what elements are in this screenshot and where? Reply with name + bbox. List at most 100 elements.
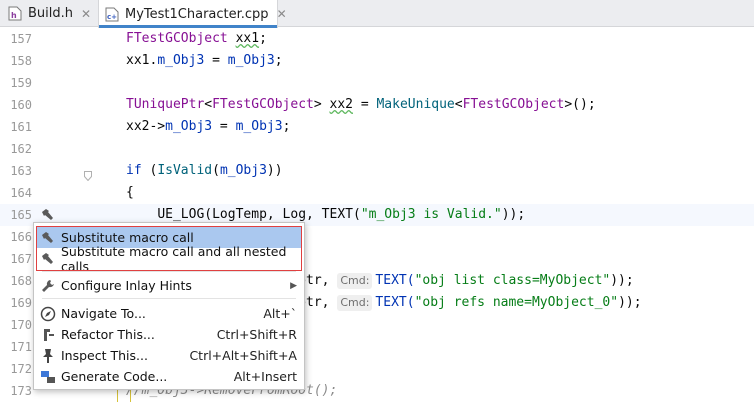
code-token: ; <box>259 31 267 46</box>
code-line[interactable]: 159 <box>0 72 754 94</box>
code-token: (LogTemp, Log, TEXT( <box>204 207 361 222</box>
hammer-icon <box>40 230 56 246</box>
line-number: 168 <box>10 274 32 288</box>
wrench-icon <box>40 278 56 294</box>
svg-text:h: h <box>11 11 17 20</box>
line-number: 160 <box>10 98 32 112</box>
code-token: = <box>212 119 236 134</box>
code-token: "m_Obj3 is Valid." <box>360 207 502 222</box>
menu-item-generate-code[interactable]: Generate Code... Alt+Insert <box>37 366 301 387</box>
code-line[interactable]: 161 xx2->m_Obj3 = m_Obj3; <box>0 116 754 138</box>
code-token: xx1. <box>126 53 158 68</box>
code-token: m_Obj3 <box>227 53 275 68</box>
inlay-hint[interactable]: Cmd: <box>337 273 373 289</box>
code-token: "obj refs name=MyObject_0" <box>414 295 619 310</box>
code-token: FTestGCObject <box>462 97 565 112</box>
code-token: )) <box>266 163 283 178</box>
menu-item-refactor-this[interactable]: Refactor This... Ctrl+Shift+R <box>37 324 301 345</box>
macro-actions-popup: Substitute macro call Substitute macro ca… <box>33 222 305 390</box>
close-icon[interactable]: ✕ <box>81 7 91 21</box>
menu-item-navigate-to[interactable]: Navigate To... Alt+` <box>37 303 301 324</box>
code-token: xx2 <box>329 97 353 112</box>
menu-item-label: Configure Inlay Hints <box>61 278 192 293</box>
generate-icon <box>40 369 56 385</box>
code-token: m_Obj3 <box>165 119 213 134</box>
code-token: xx2-> <box>126 119 166 134</box>
tab-build-h[interactable]: h Build.h ✕ <box>8 0 94 27</box>
fold-marker-icon[interactable] <box>84 166 92 182</box>
line-number: 158 <box>10 54 32 68</box>
menu-item-shortcut: Ctrl+Alt+Shift+A <box>189 348 297 363</box>
code-token: m_Obj3 <box>235 119 283 134</box>
tab-label: MyTest1Character.cpp <box>125 6 269 22</box>
code-token: MakeUnique <box>376 97 455 112</box>
code-token: { <box>126 185 134 200</box>
svg-text:c+: c+ <box>107 13 117 21</box>
code-token: TEXT( <box>375 273 415 288</box>
menu-item-inspect-this[interactable]: Inspect This... Ctrl+Alt+Shift+A <box>37 345 301 366</box>
refactor-icon <box>40 327 56 343</box>
close-icon[interactable]: ✕ <box>277 7 287 21</box>
inlay-hint[interactable]: Cmd: <box>337 295 373 311</box>
code-line[interactable]: 163 if (IsValid(m_Obj3)) <box>0 160 754 182</box>
editor-tab-bar: h Build.h ✕ c+ MyTest1Character.cpp ✕ <box>0 0 754 28</box>
line-number: 161 <box>10 120 32 134</box>
code-line[interactable]: 157 FTestGCObject xx1; <box>0 28 754 50</box>
menu-item-shortcut: Ctrl+Shift+R <box>216 327 297 342</box>
tab-label: Build.h <box>28 6 74 21</box>
code-token: ; <box>274 53 283 68</box>
menu-item-shortcut: Alt+` <box>263 306 297 321</box>
code-text: xx1.m_Obj3 = m_Obj3; <box>126 50 283 72</box>
code-token: xx1 <box>235 31 260 46</box>
hammer-icon <box>40 251 56 267</box>
compass-icon <box>40 306 56 322</box>
line-number: 172 <box>10 362 32 376</box>
code-token: if <box>126 163 142 178</box>
menu-item-label: Generate Code... <box>61 369 168 384</box>
code-token: UE_LOG <box>157 207 205 223</box>
code-token: > <box>313 97 330 112</box>
code-token: FTestGCObject <box>126 31 228 46</box>
menu-separator <box>42 271 296 272</box>
line-number: 164 <box>10 186 32 200</box>
code-token: = <box>353 97 377 112</box>
code-token: ( <box>212 163 220 178</box>
code-text: if (IsValid(m_Obj3)) <box>126 160 283 182</box>
code-token: ; <box>282 119 291 134</box>
cpp-file-icon: c+ <box>105 7 119 22</box>
tab-mytest1character-cpp[interactable]: c+ MyTest1Character.cpp ✕ <box>98 0 287 28</box>
code-line[interactable]: 164 { <box>0 182 754 204</box>
code-line[interactable]: 162 <box>0 138 754 160</box>
code-token: m_Obj3 <box>157 53 205 68</box>
code-text: xx2->m_Obj3 = m_Obj3; <box>126 116 290 138</box>
line-number: 159 <box>10 76 32 90</box>
menu-item-label: Navigate To... <box>61 306 146 321</box>
submenu-arrow-icon: ▶ <box>290 280 297 291</box>
code-token: = <box>204 53 228 68</box>
code-token: < <box>454 97 463 112</box>
menu-item-configure-inlay-hints[interactable]: Configure Inlay Hints ▶ <box>37 275 301 296</box>
code-token: )); <box>610 273 634 288</box>
code-token: TUniquePtr <box>126 97 205 112</box>
code-token: TEXT( <box>375 295 415 310</box>
line-number: 165 <box>10 208 32 222</box>
line-number: 157 <box>10 32 32 46</box>
line-number: 169 <box>10 296 32 310</box>
code-line[interactable]: 160 TUniquePtr <FTestGCObject > xx2 = MakeU… <box>0 94 754 116</box>
code-token: )); <box>501 207 526 222</box>
menu-item-label: Substitute macro call and all nested cal… <box>61 243 287 274</box>
line-number: 173 <box>10 384 32 398</box>
code-token: ( <box>141 163 158 178</box>
code-token: )); <box>618 295 642 310</box>
line-number: 166 <box>10 230 32 244</box>
menu-item-label: Inspect This... <box>61 348 148 363</box>
header-file-icon: h <box>8 6 22 21</box>
code-token: m_Obj3 <box>219 163 267 178</box>
hammer-icon[interactable] <box>40 207 56 223</box>
menu-item-substitute-macro-call-and-all-nested-calls[interactable]: Substitute macro call and all nested cal… <box>37 244 301 274</box>
code-line[interactable]: 158 xx1.m_Obj3 = m_Obj3; <box>0 50 754 72</box>
code-token: IsValid <box>157 163 213 178</box>
line-number: 167 <box>10 252 32 266</box>
